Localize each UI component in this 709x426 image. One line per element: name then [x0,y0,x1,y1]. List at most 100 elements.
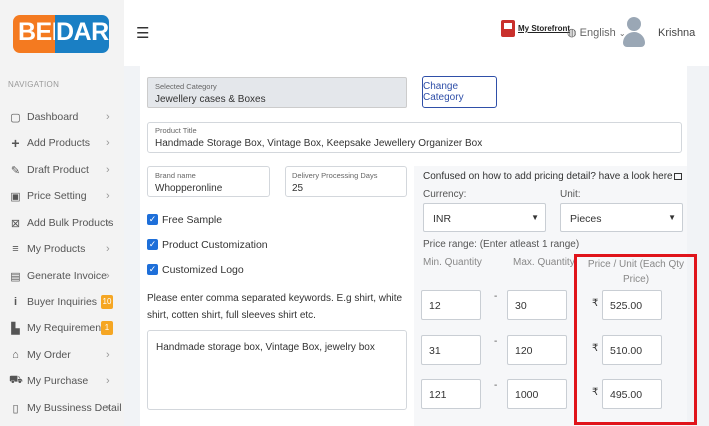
pricing-help-link[interactable]: Confused on how to add pricing detail? h… [423,171,682,182]
sidebar-item-my-purchase[interactable]: ⛟ My Purchase › [0,368,124,394]
price-range-label: Price range: (Enter atleast 1 range) [423,239,580,250]
hamburger-icon[interactable]: ☰ [136,24,149,42]
selected-category-value: Jewellery cases & Boxes [155,94,266,105]
sidebar-item-price-setting[interactable]: ▣ Price Setting › [0,183,124,209]
language-label: English [579,27,616,39]
product-title-field[interactable]: Product Title Handmade Storage Box, Vint… [147,122,682,153]
logo-text-left: BEL [13,15,67,53]
image-icon [673,172,682,180]
language-selector[interactable]: ◍ English ⌄ [567,26,626,39]
currency-label: Currency: [423,189,467,200]
min-quantity-value: 12 [429,300,441,312]
max-quantity-value: 30 [515,300,527,312]
sidebar-item-label: Dashboard [27,111,79,123]
sidebar-item-dashboard[interactable]: ▢ Dashboard › [0,104,124,130]
storefront-label: My Storefront [518,24,570,33]
brand-name-label: Brand name [155,171,196,180]
product-title-label: Product Title [155,126,197,135]
range-separator: - [494,336,498,347]
inquiries-count-badge: 10 [101,295,113,309]
logo-text-right: DARA [55,15,109,53]
dropdown-arrow-icon: ▼ [668,213,676,222]
money-icon: ▣ [10,190,21,203]
sidebar-item-buyer-inquiries[interactable]: i Buyer Inquiries 10 [0,289,124,315]
sidebar-item-add-products[interactable]: + Add Products › [0,130,124,156]
sidebar-item-my-bussiness-detail[interactable]: ▯ My Bussiness Detail › [0,395,124,421]
info-icon: i [13,296,18,308]
beldara-logo[interactable]: BEL DARA [13,15,109,53]
basket-icon: ⌂ [12,349,19,361]
dropdown-arrow-icon: ▼ [531,213,539,222]
chevron-right-icon: › [106,111,110,123]
sidebar-item-generate-invoice[interactable]: ▤ Generate Invoice › [0,263,124,289]
change-category-button[interactable]: Change Category [422,76,497,108]
free-sample-checkbox[interactable]: ✓ [147,214,158,225]
chevron-right-icon: › [106,243,110,255]
building-icon: ▯ [12,402,19,415]
min-quantity-header: Min. Quantity [423,257,482,268]
customization-checkbox[interactable]: ✓ [147,239,158,250]
free-sample-label: Free Sample [162,214,223,226]
sidebar-item-my-requirements[interactable]: ▙ My Requirements 1 [0,315,124,341]
max-quantity-input[interactable]: 120 [507,335,567,365]
monitor-icon: ▢ [10,111,21,124]
max-quantity-input[interactable]: 1000 [507,379,567,409]
chevron-right-icon: › [106,270,110,282]
sidebar: NAVIGATION ▢ Dashboard › + Add Products … [0,66,124,426]
sidebar-item-label: Buyer Inquiries [27,296,98,308]
sidebar-item-label: My Requirements [27,322,110,334]
storefront-icon [501,20,515,37]
delivery-days-field[interactable]: Delivery Processing Days 25 [285,166,407,197]
delivery-days-value: 25 [292,183,304,194]
keywords-value: Handmade storage box, Vintage Box, jewel… [156,342,375,353]
pricing-help-text: Confused on how to add pricing detail? h… [423,171,673,182]
currency-select[interactable]: INR ▼ [423,203,546,232]
cart-icon: ⛟ [9,374,23,386]
sidebar-item-label: My Purchase [27,375,89,387]
max-quantity-input[interactable]: 30 [507,290,567,320]
selected-category-label: Selected Category [155,82,217,91]
sidebar-item-add-bulk-products[interactable]: ⊠ Add Bulk Products › [0,210,124,236]
unit-label: Unit: [560,189,581,200]
sidebar-item-label: Add Bulk Products [27,217,114,229]
min-quantity-value: 31 [429,345,441,357]
product-title-value: Handmade Storage Box, Vintage Box, Keeps… [155,138,483,149]
min-quantity-input[interactable]: 12 [421,290,481,320]
unit-select[interactable]: Pieces ▼ [560,203,683,232]
logo-area: BEL DARA [0,0,124,66]
sidebar-item-label: Generate Invoice [27,270,107,282]
brand-name-field[interactable]: Brand name Whopperonline [147,166,270,197]
max-quantity-value: 120 [515,345,533,357]
chevron-right-icon: › [106,137,110,149]
excel-icon: ⊠ [10,217,21,230]
currency-value: INR [433,213,452,225]
username[interactable]: Krishna [658,27,695,39]
sidebar-item-draft-product[interactable]: ✎ Draft Product › [0,157,124,183]
range-separator: - [494,291,498,302]
chevron-right-icon: › [106,217,110,229]
avatar[interactable] [623,17,645,47]
top-header: BEL DARA ☰ My Storefront ◍ English ⌄ Kri… [0,0,709,66]
selected-category-field: Selected Category Jewellery cases & Boxe… [147,77,407,108]
min-quantity-input[interactable]: 121 [421,379,481,409]
plus-icon: + [11,135,20,151]
custom-logo-checkbox[interactable]: ✓ [147,264,158,275]
min-quantity-input[interactable]: 31 [421,335,481,365]
storefront-link[interactable]: My Storefront [501,20,570,37]
sidebar-item-my-products[interactable]: ≡ My Products › [0,236,124,262]
unit-value: Pieces [570,213,602,225]
globe-icon: ◍ [567,27,577,39]
max-quantity-value: 1000 [515,389,539,401]
chevron-right-icon: › [106,375,110,387]
keywords-textarea[interactable]: Handmade storage box, Vintage Box, jewel… [147,330,407,410]
delivery-days-label: Delivery Processing Days [292,171,378,180]
nav-title: NAVIGATION [8,80,60,89]
file-icon: ▙ [11,322,20,335]
range-separator: - [494,380,498,391]
chevron-right-icon: › [106,402,110,414]
sidebar-item-label: Draft Product [27,164,89,176]
sidebar-item-label: My Products [27,243,86,255]
sidebar-item-my-order[interactable]: ⌂ My Order › [0,342,124,368]
max-quantity-header: Max. Quantity [513,257,575,268]
sidebar-item-label: My Order [27,349,71,361]
